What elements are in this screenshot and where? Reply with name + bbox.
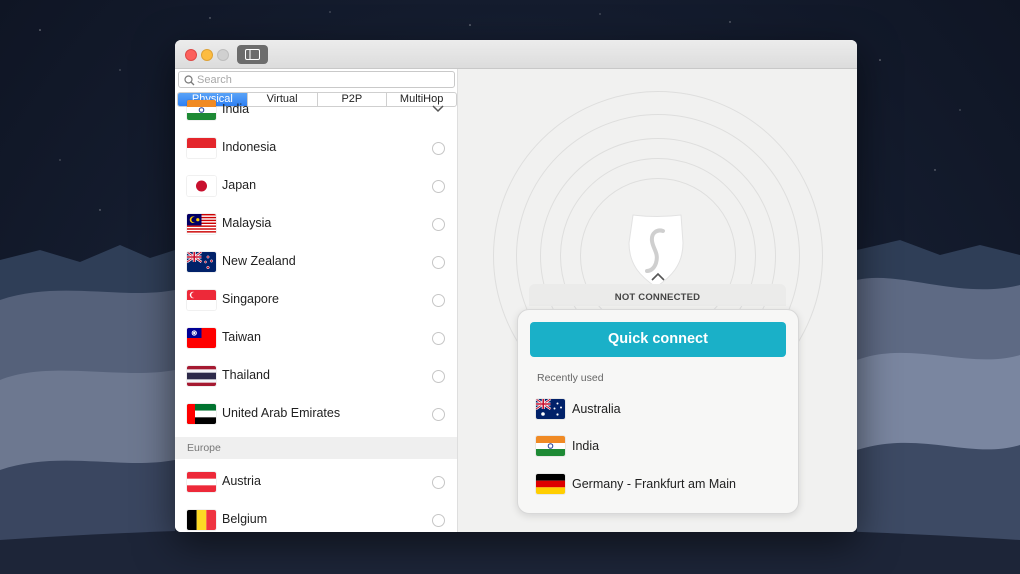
chevron-down-icon[interactable] <box>431 91 445 129</box>
zoom-window-button[interactable] <box>217 49 229 61</box>
chevron-up-icon[interactable] <box>648 271 668 283</box>
country-row-malaysia[interactable]: Malaysia <box>175 205 457 243</box>
title-bar <box>175 40 857 69</box>
recent-item-australia[interactable]: Australia <box>518 392 800 426</box>
select-radio[interactable] <box>432 142 445 155</box>
country-name: Belgium <box>222 512 268 526</box>
country-row-japan[interactable]: Japan <box>175 167 457 205</box>
country-row-united-arab-emirates[interactable]: United Arab Emirates <box>175 395 457 433</box>
region-label: Europe <box>187 442 221 454</box>
country-name: United Arab Emirates <box>222 406 341 420</box>
new-zealand-flag-icon <box>187 252 216 272</box>
japan-flag-icon <box>187 176 216 196</box>
region-header-europe: Europe <box>175 437 457 459</box>
country-name: Malaysia <box>222 216 272 230</box>
country-row-singapore[interactable]: Singapore <box>175 281 457 319</box>
country-row-thailand[interactable]: Thailand <box>175 357 457 395</box>
select-radio[interactable] <box>432 370 445 383</box>
country-row-new-zealand[interactable]: New Zealand <box>175 243 457 281</box>
country-name: New Zealand <box>222 254 296 268</box>
india-flag-icon <box>187 100 216 120</box>
australia-flag-icon <box>536 399 565 419</box>
select-radio[interactable] <box>432 476 445 489</box>
country-name: Thailand <box>222 368 270 382</box>
select-radio[interactable] <box>432 294 445 307</box>
taiwan-flag-icon <box>187 328 216 348</box>
sidebar-toggle-button[interactable] <box>237 45 268 64</box>
country-name: India <box>222 102 250 116</box>
country-row-austria[interactable]: Austria <box>175 463 457 501</box>
select-radio[interactable] <box>432 256 445 269</box>
recent-item-germany-frankfurt[interactable]: Germany - Frankfurt am Main <box>518 467 800 501</box>
sidebar-icon <box>245 49 260 60</box>
app-window: Physical Virtual P2P MultiHop India Indo… <box>175 40 857 532</box>
uae-flag-icon <box>187 404 216 424</box>
recently-used-label: Recently used <box>537 372 604 384</box>
country-name: Austria <box>222 474 261 488</box>
country-name: Indonesia <box>222 140 277 154</box>
recent-location-name: Australia <box>572 402 621 416</box>
select-radio[interactable] <box>432 180 445 193</box>
malaysia-flag-icon <box>187 214 216 234</box>
server-list-pane: Physical Virtual P2P MultiHop India Indo… <box>175 69 458 532</box>
india-flag-icon <box>536 436 565 456</box>
country-row-taiwan[interactable]: Taiwan <box>175 319 457 357</box>
thailand-flag-icon <box>187 366 216 386</box>
connection-pane: NOT CONNECTED Quick connect Recently use… <box>458 69 857 532</box>
select-radio[interactable] <box>432 514 445 527</box>
connection-status: NOT CONNECTED <box>614 292 701 303</box>
singapore-flag-icon <box>187 290 216 310</box>
country-row-india[interactable]: India <box>175 91 457 129</box>
search-icon <box>184 75 195 86</box>
close-window-button[interactable] <box>185 49 197 61</box>
country-name: Japan <box>222 178 257 192</box>
country-row-belgium[interactable]: Belgium <box>175 501 457 532</box>
connect-card: Quick connect Recently used Australia In… <box>517 309 799 514</box>
select-radio[interactable] <box>432 332 445 345</box>
quick-connect-button[interactable]: Quick connect <box>530 322 786 357</box>
minimize-window-button[interactable] <box>201 49 213 61</box>
search-field[interactable] <box>178 71 455 88</box>
germany-flag-icon <box>536 474 565 494</box>
recent-location-name: India <box>572 439 600 453</box>
select-radio[interactable] <box>432 218 445 231</box>
recent-item-india[interactable]: India <box>518 429 800 463</box>
search-input[interactable] <box>197 72 447 87</box>
country-name: Taiwan <box>222 330 261 344</box>
select-radio[interactable] <box>432 408 445 421</box>
indonesia-flag-icon <box>187 138 216 158</box>
country-row-indonesia[interactable]: Indonesia <box>175 129 457 167</box>
austria-flag-icon <box>187 472 216 492</box>
country-name: Singapore <box>222 292 279 306</box>
belgium-flag-icon <box>187 510 216 530</box>
recent-location-name: Germany - Frankfurt am Main <box>572 477 736 491</box>
